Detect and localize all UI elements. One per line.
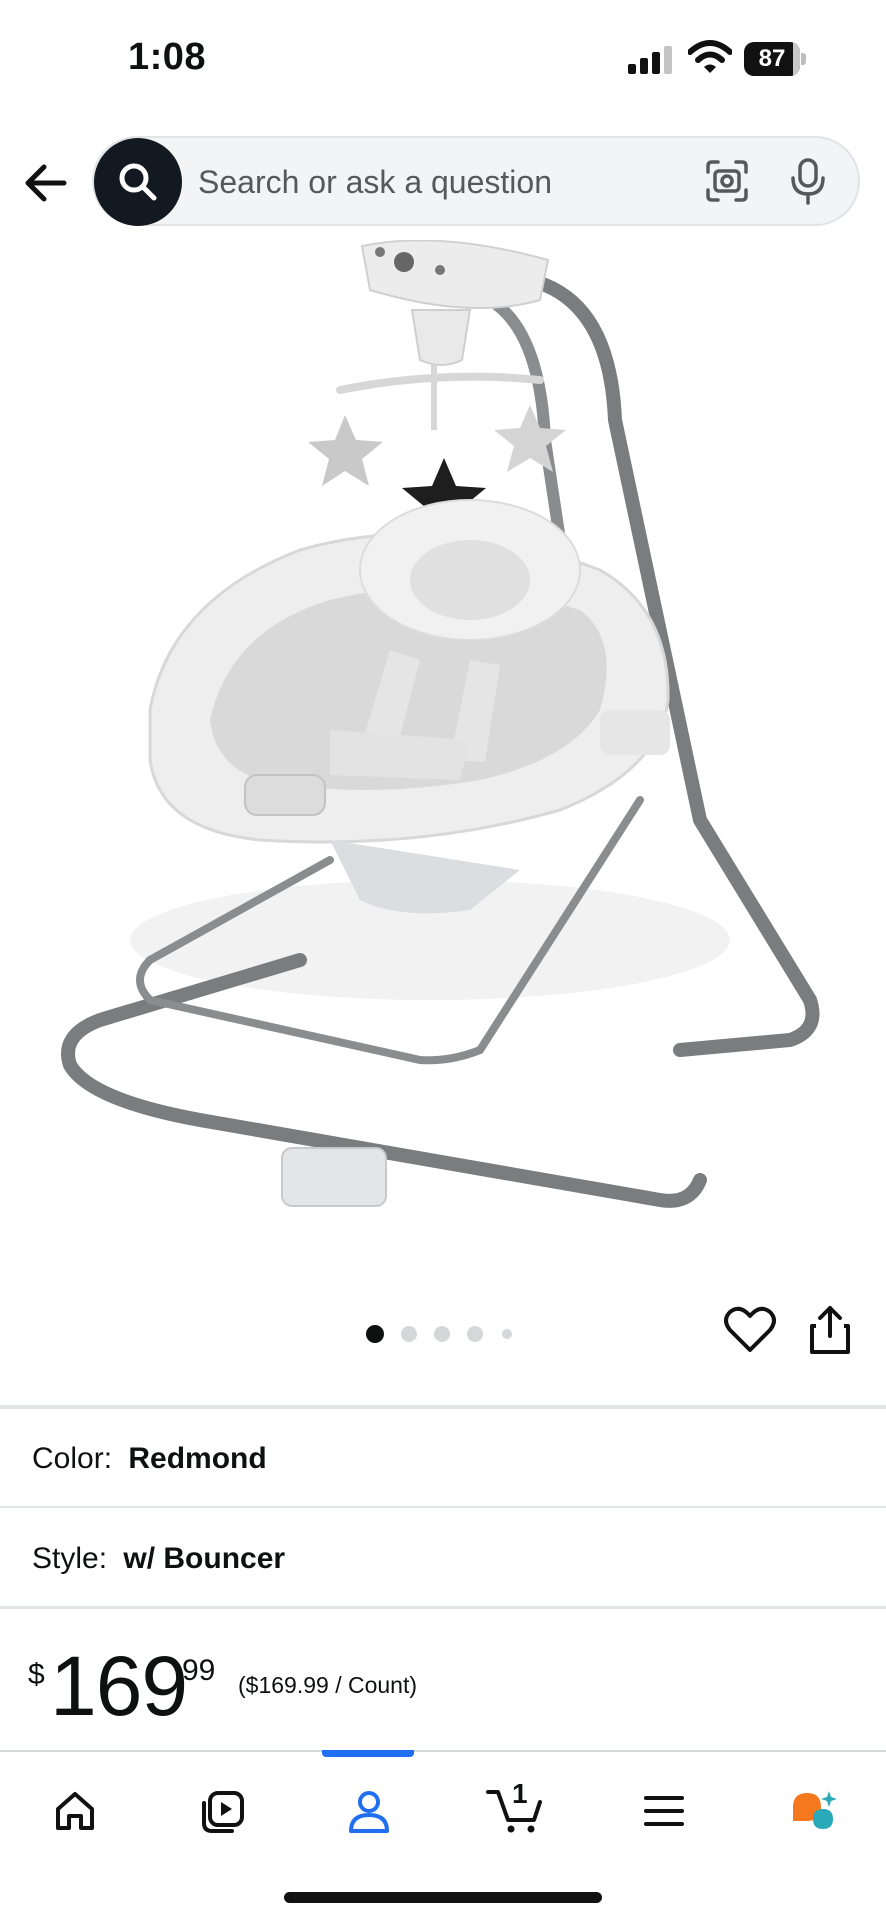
microphone-icon[interactable]: [788, 156, 828, 206]
style-variation-row[interactable]: Style: w/ Bouncer: [0, 1512, 886, 1608]
home-icon: [56, 1792, 94, 1830]
share-icon[interactable]: [808, 1304, 852, 1356]
nav-video[interactable]: [187, 1778, 257, 1848]
nav-you[interactable]: [334, 1778, 404, 1848]
home-indicator[interactable]: [284, 1892, 602, 1903]
price-currency: $: [28, 1658, 45, 1691]
style-variation: Style: w/ Bouncer: [32, 1542, 285, 1576]
battery-level: 87: [758, 45, 786, 72]
wifi-icon: [688, 40, 732, 73]
style-label: Style:: [32, 1542, 108, 1575]
price-whole: 169: [50, 1639, 188, 1733]
style-value: w/ Bouncer: [123, 1542, 286, 1575]
back-arrow-icon[interactable]: [18, 158, 74, 208]
status-bar: 1:08 87: [0, 0, 886, 120]
price-fraction: 99: [182, 1654, 216, 1687]
active-tab-indicator: [322, 1750, 414, 1757]
search-bar[interactable]: Search or ask a question: [92, 136, 860, 226]
nav-cart[interactable]: 1: [482, 1778, 552, 1848]
color-variation-row[interactable]: Color: Redmond: [0, 1412, 886, 1508]
cart-count: 1: [512, 1778, 528, 1809]
carousel-dot-active[interactable]: [366, 1325, 384, 1343]
carousel-dot[interactable]: [401, 1326, 417, 1342]
search-button[interactable]: [94, 138, 182, 226]
color-variation: Color: Redmond: [32, 1442, 267, 1476]
nav-menu[interactable]: [629, 1778, 699, 1848]
user-icon: [349, 1791, 389, 1833]
price-per-unit: ($169.99 / Count): [238, 1672, 418, 1698]
status-time: 1:08: [128, 36, 207, 78]
color-label: Color:: [32, 1442, 113, 1475]
nav-home[interactable]: [40, 1778, 110, 1848]
section-divider: [0, 1405, 886, 1409]
ai-assistant-icon: [793, 1791, 837, 1829]
menu-icon: [644, 1796, 684, 1826]
carousel-dot[interactable]: [467, 1326, 483, 1342]
nav-rufus[interactable]: [776, 1778, 846, 1848]
camera-lens-icon[interactable]: [704, 158, 750, 204]
carousel-dot[interactable]: [502, 1329, 512, 1339]
color-value: Redmond: [128, 1442, 267, 1475]
video-icon: [202, 1791, 244, 1833]
search-icon: [119, 163, 157, 201]
search-input[interactable]: Search or ask a question: [198, 164, 552, 201]
battery-indicator: 87: [744, 42, 806, 76]
heart-icon[interactable]: [724, 1306, 776, 1354]
carousel-dot[interactable]: [434, 1326, 450, 1342]
row-divider: [0, 1506, 886, 1508]
section-divider: [0, 1606, 886, 1609]
cellular-signal-icon: [628, 46, 672, 74]
product-image[interactable]: [0, 240, 886, 1280]
